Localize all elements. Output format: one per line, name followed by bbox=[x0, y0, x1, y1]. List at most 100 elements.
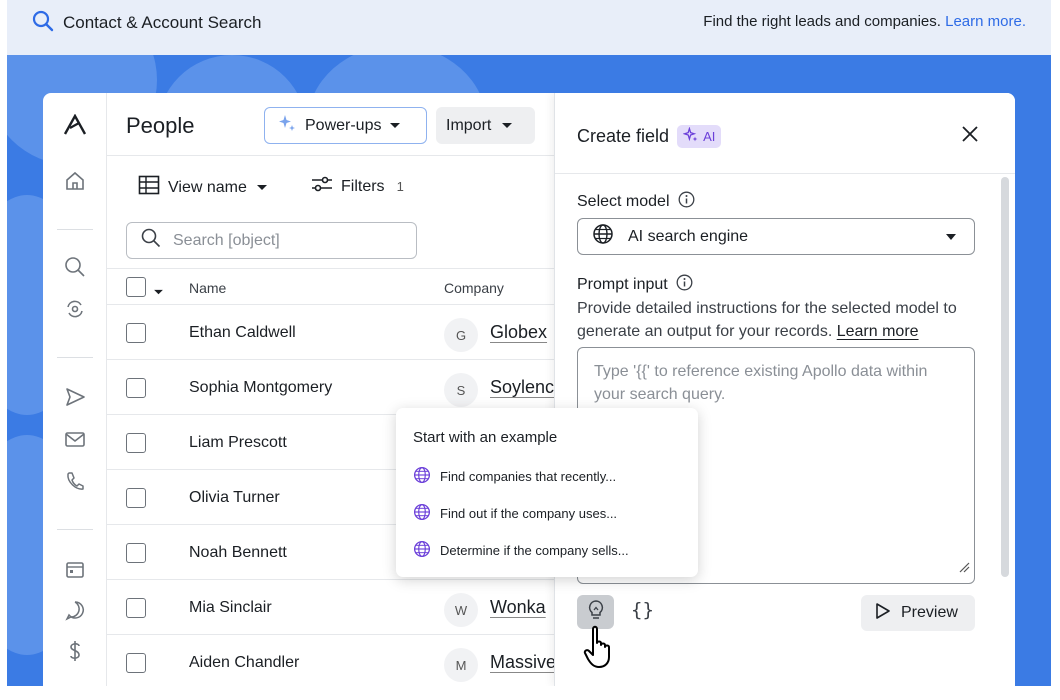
play-icon bbox=[875, 602, 891, 625]
company-link[interactable]: Wonka bbox=[490, 597, 546, 618]
row-checkbox[interactable] bbox=[126, 323, 146, 343]
sparkle-icon bbox=[277, 113, 297, 138]
person-name[interactable]: Aiden Chandler bbox=[189, 654, 299, 672]
row-checkbox[interactable] bbox=[126, 433, 146, 453]
row-checkbox[interactable] bbox=[126, 488, 146, 508]
powerups-label: Power-ups bbox=[305, 116, 382, 134]
company-avatar: S bbox=[444, 373, 478, 407]
insert-variable-button[interactable]: {} bbox=[631, 599, 654, 621]
prompt-label: Prompt input bbox=[577, 276, 668, 293]
model-label-row: Select model bbox=[577, 191, 695, 213]
search-icon[interactable] bbox=[63, 255, 87, 279]
filters-label: Filters bbox=[341, 177, 385, 195]
model-select[interactable]: AI search engine bbox=[577, 218, 975, 255]
refresh-icon[interactable] bbox=[63, 297, 87, 321]
logo-icon[interactable] bbox=[63, 113, 87, 137]
ai-badge: AI bbox=[677, 125, 722, 148]
info-icon[interactable] bbox=[676, 274, 693, 296]
search-icon bbox=[32, 10, 54, 37]
row-checkbox[interactable] bbox=[126, 543, 146, 563]
header-divider bbox=[107, 155, 554, 156]
panel-scrollbar[interactable] bbox=[1001, 177, 1009, 577]
chevron-down-icon bbox=[255, 179, 269, 197]
row-checkbox[interactable] bbox=[126, 653, 146, 673]
example-item[interactable]: Find companies that recently... bbox=[413, 466, 616, 487]
create-field-panel: Create field AI Select model AI search e… bbox=[554, 93, 1015, 686]
send-icon[interactable] bbox=[63, 385, 87, 409]
chevron-down-icon bbox=[946, 234, 956, 240]
row-checkbox[interactable] bbox=[126, 598, 146, 618]
globe-icon bbox=[413, 503, 431, 524]
rail-divider bbox=[57, 229, 93, 230]
people-search-input[interactable]: Search [object] bbox=[126, 222, 417, 259]
example-item[interactable]: Find out if the company uses... bbox=[413, 503, 617, 524]
company-link[interactable]: Massive bbox=[490, 652, 556, 673]
dollar-icon[interactable] bbox=[63, 639, 87, 663]
table-row[interactable]: Sophia Montgomery S Soylenc bbox=[107, 360, 554, 415]
column-header-company[interactable]: Company bbox=[444, 280, 504, 296]
table-row[interactable]: Mia Sinclair W Wonka bbox=[107, 580, 554, 635]
table-header: Name Company bbox=[107, 268, 554, 305]
banner-tagline: Find the right leads and companies. Lear… bbox=[703, 13, 1026, 30]
search-placeholder: Search [object] bbox=[173, 231, 280, 249]
calendar-icon[interactable] bbox=[63, 557, 87, 581]
resize-handle-icon[interactable] bbox=[958, 557, 970, 580]
prompt-help-text: Provide detailed instructions for the se… bbox=[577, 297, 977, 343]
column-header-name[interactable]: Name bbox=[189, 280, 226, 296]
app-window: People Power-ups Import View name Filter… bbox=[43, 93, 1015, 686]
table-row[interactable]: Aiden Chandler M Massive bbox=[107, 635, 556, 686]
person-name[interactable]: Liam Prescott bbox=[189, 434, 287, 452]
company-link[interactable]: Globex bbox=[490, 322, 547, 343]
company-link[interactable]: Soylenc bbox=[490, 377, 554, 398]
filters-button[interactable]: Filters 1 bbox=[311, 175, 404, 198]
table-icon bbox=[138, 175, 160, 200]
people-list-area: People Power-ups Import View name Filter… bbox=[107, 93, 556, 686]
tagline-text: Find the right leads and companies. bbox=[703, 13, 941, 30]
globe-icon bbox=[413, 540, 431, 561]
phone-icon[interactable] bbox=[63, 469, 87, 493]
person-name[interactable]: Ethan Caldwell bbox=[189, 324, 296, 342]
chevron-down-icon[interactable] bbox=[153, 283, 164, 301]
preview-label: Preview bbox=[901, 604, 958, 621]
learn-more-link[interactable]: Learn more. bbox=[945, 13, 1026, 30]
person-name[interactable]: Olivia Turner bbox=[189, 489, 280, 507]
nav-rail bbox=[43, 93, 107, 686]
example-item[interactable]: Determine if the company sells... bbox=[413, 540, 629, 561]
learn-more-link[interactable]: Learn more bbox=[837, 323, 919, 340]
examples-button[interactable] bbox=[577, 595, 614, 629]
mail-icon[interactable] bbox=[63, 427, 87, 451]
preview-button[interactable]: Preview bbox=[861, 595, 975, 631]
globe-icon bbox=[592, 223, 614, 250]
chevron-down-icon bbox=[501, 117, 513, 135]
row-checkbox[interactable] bbox=[126, 378, 146, 398]
filter-sliders-icon bbox=[311, 175, 333, 198]
home-icon[interactable] bbox=[63, 169, 87, 193]
powerups-button[interactable]: Power-ups bbox=[264, 107, 427, 144]
person-name[interactable]: Sophia Montgomery bbox=[189, 379, 332, 397]
example-label: Determine if the company sells... bbox=[440, 543, 629, 558]
person-name[interactable]: Noah Bennett bbox=[189, 544, 287, 562]
import-button[interactable]: Import bbox=[436, 107, 535, 144]
banner-title: Contact & Account Search bbox=[63, 13, 262, 32]
panel-title: Create field bbox=[577, 126, 670, 146]
panel-divider bbox=[555, 173, 1015, 174]
prompt-label-row: Prompt input bbox=[577, 274, 693, 296]
filters-count-badge: 1 bbox=[396, 179, 404, 194]
close-icon[interactable] bbox=[961, 125, 979, 148]
globe-icon bbox=[413, 466, 431, 487]
view-selector[interactable]: View name bbox=[138, 175, 269, 200]
chat-icon[interactable] bbox=[63, 598, 87, 622]
person-name[interactable]: Mia Sinclair bbox=[189, 599, 272, 617]
company-avatar: G bbox=[444, 318, 478, 352]
import-label: Import bbox=[446, 116, 492, 134]
prompt-placeholder: Type '{{' to reference existing Apollo d… bbox=[594, 363, 928, 403]
popup-title: Start with an example bbox=[413, 429, 558, 446]
info-icon[interactable] bbox=[678, 191, 695, 213]
rail-divider bbox=[57, 357, 93, 358]
select-all-checkbox[interactable] bbox=[126, 277, 146, 297]
examples-popup: Start with an example Find companies tha… bbox=[396, 408, 698, 577]
example-label: Find out if the company uses... bbox=[440, 506, 618, 521]
example-label: Find companies that recently... bbox=[440, 469, 617, 484]
panel-header: Create field AI bbox=[577, 125, 722, 148]
table-row[interactable]: Ethan Caldwell G Globex bbox=[107, 305, 554, 360]
